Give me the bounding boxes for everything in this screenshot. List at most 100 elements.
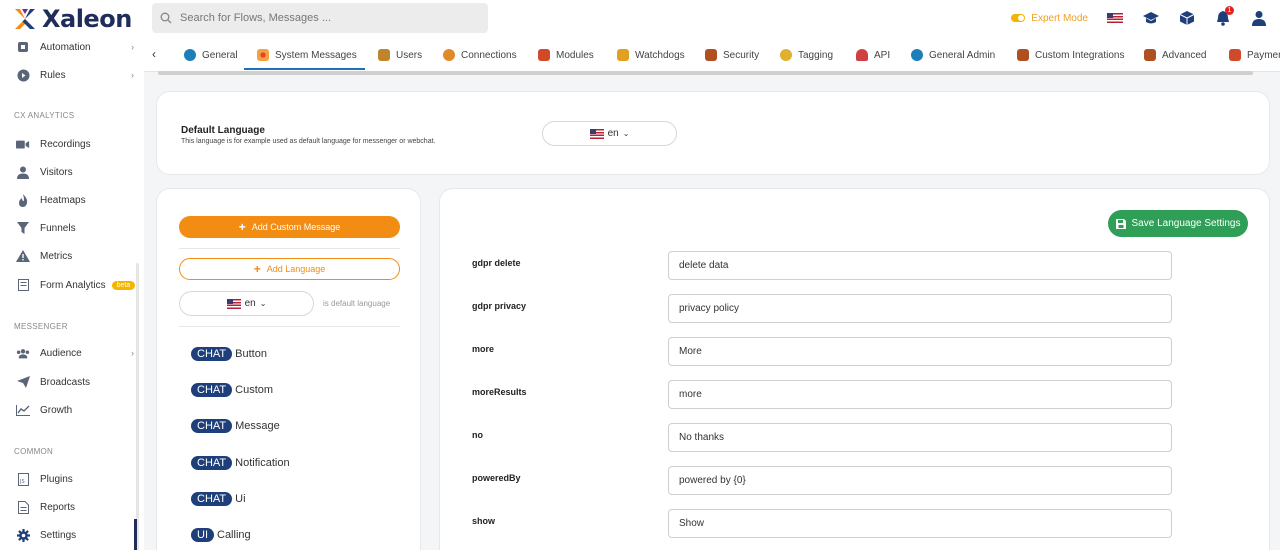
message-categories-panel: + Add Custom Message + Add Language en ⌄… xyxy=(156,188,421,550)
chevron-right-icon: › xyxy=(131,70,134,80)
tab-label: System Messages xyxy=(275,49,357,61)
tab-label: Modules xyxy=(556,49,594,61)
chevron-left-icon[interactable]: ‹ xyxy=(152,47,156,61)
sidebar-item-heatmaps[interactable]: Heatmaps xyxy=(16,191,126,209)
automation-icon xyxy=(16,40,30,54)
sidebar-item-metrics[interactable]: Metrics xyxy=(16,247,126,265)
modules-icon xyxy=(538,49,550,61)
sidebar-item-funnels[interactable]: Funnels xyxy=(16,219,126,237)
tab-label: API xyxy=(874,49,891,61)
tab-advanced[interactable]: Advanced xyxy=(1144,47,1206,63)
beta-badge: beta xyxy=(111,280,136,290)
category-item-chat-ui[interactable]: CHAT Ui xyxy=(191,492,246,506)
field-input-no[interactable]: No thanks xyxy=(668,423,1172,452)
academy-button[interactable] xyxy=(1142,9,1160,27)
category-badge: CHAT xyxy=(191,456,233,470)
field-label-more-results: moreResults xyxy=(472,387,527,397)
globe-icon xyxy=(184,49,196,61)
default-language-value: en xyxy=(607,128,619,139)
category-label: Button xyxy=(235,348,267,360)
language-flag-button[interactable] xyxy=(1106,9,1124,27)
advanced-icon xyxy=(1144,49,1156,61)
sidebar-item-visitors[interactable]: Visitors xyxy=(16,163,126,181)
tab-connections[interactable]: Connections xyxy=(443,47,517,63)
expert-mode-label: Expert Mode xyxy=(1031,12,1088,24)
save-language-settings-button[interactable]: Save Language Settings xyxy=(1108,210,1248,237)
field-input-show[interactable]: Show xyxy=(668,509,1172,538)
tab-watchdogs[interactable]: Watchdogs xyxy=(617,47,685,63)
sidebar-item-settings[interactable]: Settings xyxy=(16,526,126,544)
user-icon xyxy=(16,165,30,179)
sidebar-item-form-analytics[interactable]: Form Analytics beta xyxy=(16,276,146,294)
active-tab-indicator xyxy=(244,68,365,70)
tab-label: Watchdogs xyxy=(635,49,685,61)
sidebar-item-label: Audience xyxy=(40,347,82,359)
field-input-gdpr-privacy[interactable]: privacy policy xyxy=(668,294,1172,323)
default-language-select[interactable]: en ⌄ xyxy=(542,121,677,146)
funnel-icon xyxy=(16,221,30,235)
default-language-card: Default Language This language is for ex… xyxy=(156,91,1270,175)
tab-api[interactable]: API xyxy=(856,47,890,63)
tab-custom-integrations[interactable]: Custom Integrations xyxy=(1017,47,1125,63)
tab-label: Connections xyxy=(461,49,517,61)
security-icon xyxy=(705,49,717,61)
search-bar[interactable] xyxy=(152,3,488,33)
category-item-chat-message[interactable]: CHAT Message xyxy=(191,419,280,433)
category-item-chat-notification[interactable]: CHAT Notification xyxy=(191,456,290,470)
sidebar-item-label: Rules xyxy=(40,69,66,81)
sidebar-item-rules[interactable]: Rules › xyxy=(16,66,134,84)
tab-general[interactable]: General xyxy=(184,47,238,63)
tabs-scrollbar[interactable] xyxy=(158,71,1253,75)
sidebar-scrollbar[interactable] xyxy=(136,263,139,550)
category-item-ui-calling[interactable]: UI Calling xyxy=(191,528,251,542)
add-language-button[interactable]: + Add Language xyxy=(179,258,400,280)
app-logo[interactable]: Xaleon xyxy=(12,5,132,33)
sidebar-item-broadcasts[interactable]: Broadcasts xyxy=(16,373,126,391)
category-badge: CHAT xyxy=(191,492,233,506)
search-input[interactable] xyxy=(180,12,470,24)
app-name: Xaleon xyxy=(42,5,132,33)
sidebar-item-audience[interactable]: Audience › xyxy=(16,344,134,362)
sidebar-item-label: Form Analytics xyxy=(40,279,106,291)
tab-modules[interactable]: Modules xyxy=(538,47,594,63)
divider xyxy=(179,326,400,327)
field-input-gdpr-delete[interactable]: delete data xyxy=(668,251,1172,280)
tab-users[interactable]: Users xyxy=(378,47,422,63)
tab-system-messages[interactable]: System Messages xyxy=(257,47,357,63)
category-item-chat-custom[interactable]: CHAT Custom xyxy=(191,383,273,397)
expert-mode-toggle[interactable]: Expert Mode xyxy=(1011,13,1088,24)
profile-button[interactable] xyxy=(1250,9,1268,27)
us-flag-icon xyxy=(589,128,604,139)
field-input-more[interactable]: More xyxy=(668,337,1172,366)
notifications-button[interactable]: 1 xyxy=(1214,6,1234,27)
category-label: Ui xyxy=(235,493,246,505)
cube-icon xyxy=(1179,11,1195,25)
warning-icon xyxy=(16,249,30,263)
sidebar-item-automation[interactable]: Automation › xyxy=(16,38,134,56)
watchdog-icon xyxy=(617,49,629,61)
tab-security[interactable]: Security xyxy=(705,47,759,63)
chevron-right-icon: › xyxy=(131,42,134,52)
category-item-chat-button[interactable]: CHAT Button xyxy=(191,347,267,361)
field-input-powered-by[interactable]: powered by {0} xyxy=(668,466,1172,495)
sidebar-item-recordings[interactable]: Recordings xyxy=(16,135,126,153)
add-custom-message-button[interactable]: + Add Custom Message xyxy=(179,216,400,238)
chart-line-icon xyxy=(16,403,30,417)
tag-icon xyxy=(780,49,792,61)
sidebar-item-growth[interactable]: Growth xyxy=(16,401,126,419)
language-select[interactable]: en ⌄ xyxy=(179,291,314,316)
field-label-gdpr-privacy: gdpr privacy xyxy=(472,301,527,311)
tab-tagging[interactable]: Tagging xyxy=(780,47,833,63)
category-label: Message xyxy=(235,420,280,432)
field-input-more-results[interactable]: more xyxy=(668,380,1172,409)
sidebar-item-reports[interactable]: Reports xyxy=(16,498,126,516)
category-label: Custom xyxy=(235,384,274,396)
divider xyxy=(179,248,400,249)
tab-payment[interactable]: Paymen xyxy=(1229,47,1280,63)
tab-general-admin[interactable]: General Admin xyxy=(911,47,995,63)
sidebar-item-plugins[interactable]: JS Plugins xyxy=(16,470,126,488)
modules-button[interactable] xyxy=(1178,9,1196,27)
svg-text:JS: JS xyxy=(19,479,25,485)
tab-label: Tagging xyxy=(798,49,834,61)
us-flag-icon xyxy=(1107,12,1123,24)
